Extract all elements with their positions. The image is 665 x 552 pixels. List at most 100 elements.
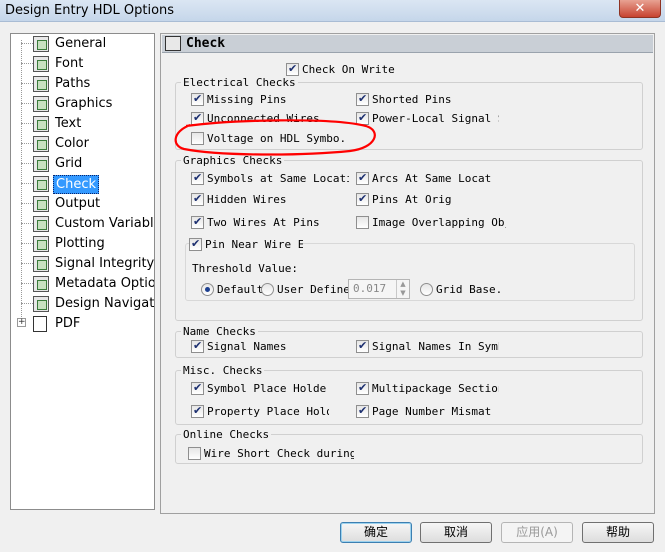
- unconnected-wires-checkbox[interactable]: Unconnected Wires: [191, 111, 351, 127]
- tree-item-metadata-option[interactable]: Metadata Option: [11, 274, 154, 294]
- tree-item-label: Check: [53, 175, 99, 194]
- options-tree[interactable]: General Font Paths Graphics Text Color Grid Che…: [10, 33, 155, 510]
- default-radio[interactable]: Default: [201, 282, 263, 298]
- tree-branch-line: [21, 63, 33, 64]
- tree-branch-line: [21, 143, 33, 144]
- missing-pins-checkbox[interactable]: Missing Pins: [191, 92, 351, 108]
- page-number-mismatch-checkbox[interactable]: Page Number Mismatch: [356, 404, 492, 420]
- check-on-write-checkbox[interactable]: Check On Write: [286, 62, 406, 78]
- ok-button[interactable]: 确定: [340, 522, 412, 543]
- apply-button[interactable]: 应用(A): [501, 522, 573, 543]
- check-on-write-box[interactable]: [286, 62, 299, 76]
- tree-item-check[interactable]: Check: [11, 174, 154, 194]
- pins-at-origin-checkbox[interactable]: Pins At Origi: [356, 192, 452, 208]
- threshold-label: Threshold Value:: [192, 262, 298, 275]
- tree-item-general[interactable]: General: [11, 34, 154, 54]
- voltage-hdl-symbol-checkbox[interactable]: Voltage on HDL Symbo.: [191, 131, 361, 147]
- shorted-pins-checkbox[interactable]: Shorted Pins: [356, 92, 516, 108]
- tree-item-graphics[interactable]: Graphics: [11, 94, 154, 114]
- user-define-radio[interactable]: User Define: [261, 282, 350, 298]
- missing-pins-box[interactable]: [191, 92, 204, 106]
- property-place-holder-checkbox[interactable]: Property Place Holde:: [191, 404, 329, 420]
- two-wires-at-pins-box[interactable]: [191, 215, 204, 229]
- hidden-wires-box[interactable]: [191, 192, 204, 206]
- two-wires-at-pins-label: Two Wires At Pins: [207, 216, 320, 229]
- tree-item-plotting[interactable]: Plotting: [11, 234, 154, 254]
- signal-names-in-symbol-label: Signal Names In Symbo: [372, 340, 499, 353]
- signal-names-in-symbol-checkbox[interactable]: Signal Names In Symbo: [356, 339, 499, 355]
- property-place-holder-box[interactable]: [191, 404, 204, 418]
- tree-item-font[interactable]: Font: [11, 54, 154, 74]
- window-title: Design Entry HDL Options: [5, 3, 175, 18]
- arcs-same-location-box[interactable]: [356, 171, 369, 185]
- help-button[interactable]: 帮助: [582, 522, 654, 543]
- tree-item-pdf[interactable]: + PDF: [11, 314, 154, 334]
- tree-item-color[interactable]: Color: [11, 134, 154, 154]
- pins-at-origin-label: Pins At Origi: [372, 193, 452, 206]
- unconnected-wires-box[interactable]: [191, 111, 204, 125]
- options-page-icon: [33, 116, 49, 132]
- wire-short-check-checkbox[interactable]: Wire Short Check during m: [188, 446, 354, 462]
- shorted-pins-box[interactable]: [356, 92, 369, 106]
- user-define-radio-label: User Define: [277, 283, 350, 296]
- user-define-radio-dot[interactable]: [261, 283, 274, 296]
- grid-based-radio[interactable]: Grid Base.: [420, 282, 502, 298]
- signal-names-label: Signal Names: [207, 340, 287, 353]
- hidden-wires-checkbox[interactable]: Hidden Wires: [191, 192, 349, 208]
- spin-up-icon[interactable]: ▲: [397, 280, 409, 289]
- tree-item-output[interactable]: Output: [11, 194, 154, 214]
- pin-near-wire-box[interactable]: [189, 237, 202, 251]
- signal-names-box[interactable]: [191, 339, 204, 353]
- close-button[interactable]: ✕: [619, 0, 661, 18]
- spin-down-icon[interactable]: ▼: [397, 289, 409, 298]
- two-wires-at-pins-checkbox[interactable]: Two Wires At Pins: [191, 215, 349, 231]
- image-overlapping-checkbox[interactable]: Image Overlapping Obje: [356, 215, 506, 231]
- tree-item-signal-integrity[interactable]: Signal Integrity: [11, 254, 154, 274]
- grid-based-radio-dot[interactable]: [420, 283, 433, 296]
- tree-item-text[interactable]: Text: [11, 114, 154, 134]
- tree-item-paths[interactable]: Paths: [11, 74, 154, 94]
- options-page-icon: [33, 216, 49, 232]
- multipackage-section-box[interactable]: [356, 381, 369, 395]
- image-overlapping-label: Image Overlapping Obje: [372, 216, 506, 229]
- wire-short-check-box[interactable]: [188, 447, 201, 460]
- tree-item-design-navigatic[interactable]: Design Navigatic: [11, 294, 154, 314]
- options-page-icon: [33, 56, 49, 72]
- pin-near-wire-checkbox[interactable]: Pin Near Wire En: [189, 237, 303, 253]
- graphics-checks-title: Graphics Checks: [181, 154, 285, 167]
- tree-item-label: Design Navigatic: [55, 296, 155, 311]
- signal-names-in-symbol-box[interactable]: [356, 339, 369, 353]
- pins-at-origin-box[interactable]: [356, 192, 369, 206]
- symbols-same-location-checkbox[interactable]: Symbols at Same Locati: [191, 171, 349, 187]
- symbols-same-location-box[interactable]: [191, 171, 204, 185]
- cancel-button[interactable]: 取消: [420, 522, 492, 543]
- power-local-signal-box[interactable]: [356, 111, 369, 125]
- tree-branch-line: [21, 303, 33, 304]
- multipackage-section-checkbox[interactable]: Multipackage Section:: [356, 381, 499, 397]
- page-number-mismatch-box[interactable]: [356, 404, 369, 418]
- shorted-pins-label: Shorted Pins: [372, 93, 452, 106]
- tree-item-label: Output: [55, 196, 101, 211]
- spinner-arrows[interactable]: ▲ ▼: [396, 280, 409, 298]
- unconnected-wires-label: Unconnected Wires: [207, 112, 320, 125]
- tree-branch-line: [21, 123, 33, 124]
- tree-item-custom-variables[interactable]: Custom Variables: [11, 214, 154, 234]
- image-overlapping-box[interactable]: [356, 216, 369, 229]
- tree-item-grid[interactable]: Grid: [11, 154, 154, 174]
- symbol-place-holders-checkbox[interactable]: Symbol Place Holders: [191, 381, 326, 397]
- arcs-same-location-checkbox[interactable]: Arcs At Same Locatic: [356, 171, 492, 187]
- threshold-value-spinner[interactable]: 0.017 ▲ ▼: [348, 279, 410, 299]
- threshold-value: 0.017: [353, 282, 387, 295]
- expand-icon[interactable]: +: [17, 318, 26, 327]
- tree-item-label: Signal Integrity: [55, 256, 155, 271]
- symbol-place-holders-box[interactable]: [191, 381, 204, 395]
- tree-branch-line: [21, 83, 33, 84]
- default-radio-dot[interactable]: [201, 283, 214, 296]
- check-on-write-label: Check On Write: [302, 63, 395, 76]
- tree-branch-line: [21, 43, 33, 44]
- tree-branch-line: [21, 203, 33, 204]
- power-local-signal-label: Power-Local Signal Sh: [372, 112, 499, 125]
- voltage-hdl-symbol-box[interactable]: [191, 132, 204, 145]
- power-local-signal-checkbox[interactable]: Power-Local Signal Sh: [356, 111, 499, 127]
- signal-names-checkbox[interactable]: Signal Names: [191, 339, 351, 355]
